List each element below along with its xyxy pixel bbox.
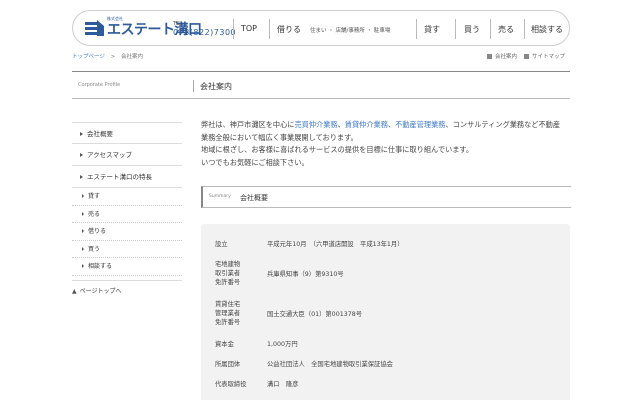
page-title: 会社案内 bbox=[200, 82, 232, 91]
sidebar-subitem-lend[interactable]: 貸す bbox=[72, 188, 182, 206]
sidebar: 会社概要 アクセスマップ エステート溝口の特長 貸す 売る 借りる 買う 相談す… bbox=[72, 122, 182, 302]
link-property-management[interactable]: 不動産管理業務 bbox=[395, 120, 445, 129]
sidebar-subitem-consult[interactable]: 相談する bbox=[72, 258, 182, 276]
logo-building-icon[interactable] bbox=[83, 18, 105, 38]
sidebar-subitem-sell[interactable]: 売る bbox=[72, 206, 182, 223]
row-value: 1,000万円 bbox=[267, 341, 298, 348]
link-sales-brokerage[interactable]: 売買仲介業務 bbox=[294, 120, 337, 129]
sidebar-item-access-map[interactable]: アクセスマップ bbox=[72, 144, 182, 166]
nav-divider bbox=[455, 19, 456, 39]
row-value: 平成元年10月 （六甲道店開設 平成13年1月） bbox=[267, 241, 404, 248]
intro-text-segment: 、コンサルティング業務など不動産 bbox=[445, 120, 561, 129]
util-sitemap-label: サイトマップ bbox=[532, 54, 566, 60]
sidebar-item-features[interactable]: エステート溝口の特長 bbox=[72, 166, 182, 188]
nav-divider bbox=[416, 19, 417, 39]
nav-rent-types[interactable]: 住まい ・ 店舗/事務所 ・ 駐車場 bbox=[310, 26, 390, 34]
breadcrumb-current: 会社案内 bbox=[121, 54, 144, 60]
nav-consult[interactable]: 相談する bbox=[531, 24, 563, 35]
nav-rent[interactable]: 借りる bbox=[277, 24, 301, 35]
arrow-right-icon bbox=[80, 175, 83, 179]
tel-label: TEL bbox=[173, 21, 182, 27]
row-value: 公益社団法人 全国宅地建物取引業保証協会 bbox=[267, 361, 393, 368]
page-title-bar: Corporate Profile 会社案内 bbox=[72, 71, 570, 99]
triangle-up-icon: ▲ bbox=[72, 287, 77, 295]
sidebar-subitem-label: 相談する bbox=[88, 263, 113, 270]
row-value: 兵庫県知事（9）第9310号 bbox=[267, 271, 344, 278]
tel-number: 078(822)7300 bbox=[173, 28, 237, 37]
arrow-right-icon bbox=[80, 132, 83, 136]
nav-divider bbox=[233, 19, 234, 39]
site-header: 株式会社 エステート溝口 TEL 078(822)7300 TOP 借りる 住ま… bbox=[72, 10, 570, 46]
sidebar-item-company-summary[interactable]: 会社概要 bbox=[72, 122, 182, 144]
util-company-label: 会社案内 bbox=[495, 54, 518, 60]
intro-text-segment: 弊社は、神戸市灘区を中心に bbox=[201, 120, 295, 129]
square-icon bbox=[487, 53, 492, 59]
title-divider bbox=[193, 80, 194, 92]
arrow-right-icon bbox=[82, 211, 84, 216]
row-value: 溝口 隆彦 bbox=[267, 381, 299, 388]
nav-sell[interactable]: 売る bbox=[498, 24, 514, 35]
util-sitemap-link[interactable]: サイトマップ bbox=[524, 52, 565, 60]
sidebar-item-label: アクセスマップ bbox=[87, 151, 132, 159]
nav-divider bbox=[524, 19, 525, 39]
sidebar-item-label: 会社概要 bbox=[87, 130, 113, 138]
intro-line-2: 業務全般において幅広く事業展開しております。 bbox=[201, 132, 358, 142]
intro-line-1: 弊社は、神戸市灘区を中心に売買仲介業務、賃貸仲介業務、不動産管理業務、コンサルテ… bbox=[201, 119, 571, 132]
page-top-link[interactable]: ▲ ページトップへ bbox=[72, 279, 182, 302]
arrow-right-icon bbox=[82, 264, 84, 268]
intro-text-segment: 、 bbox=[337, 120, 345, 129]
sidebar-subitem-label: 買う bbox=[88, 245, 101, 253]
arrow-right-icon bbox=[82, 246, 84, 251]
breadcrumb: トップページ > 会社案内 bbox=[72, 52, 143, 60]
intro-line-3: 地域に根ざし、お客様に喜ばれるサービスの提供を目標に仕事に取り組んでいます。 bbox=[201, 145, 474, 155]
intro-text: 弊社は、神戸市灘区を中心に売買仲介業務、賃貸仲介業務、不動産管理業務、コンサルテ… bbox=[201, 119, 571, 169]
intro-line-4: いつでもお気軽にご相談下さい。 bbox=[201, 157, 309, 167]
sidebar-subitem-rent[interactable]: 借りる bbox=[72, 223, 182, 241]
arrow-right-icon bbox=[82, 229, 84, 233]
util-company-link[interactable]: 会社案内 bbox=[487, 52, 517, 60]
row-key: 宅地建物 取引業者 免許番号 bbox=[215, 261, 241, 286]
square-icon bbox=[524, 53, 529, 59]
summary-heading-en: Summary bbox=[209, 194, 231, 199]
nav-divider bbox=[490, 19, 491, 39]
nav-top[interactable]: TOP bbox=[241, 24, 257, 33]
nav-buy[interactable]: 買う bbox=[464, 24, 480, 35]
link-rental-brokerage[interactable]: 賃貸仲介業務 bbox=[345, 120, 388, 129]
arrow-right-icon bbox=[80, 153, 83, 157]
sidebar-item-label: エステート溝口の特長 bbox=[87, 173, 152, 181]
summary-heading-ja: 会社概要 bbox=[240, 194, 268, 202]
page-top-label: ページトップへ bbox=[79, 287, 122, 295]
page-title-en: Corporate Profile bbox=[78, 82, 121, 88]
arrow-right-icon bbox=[82, 194, 84, 198]
row-key: 資本金 bbox=[215, 341, 234, 348]
sidebar-subitem-buy[interactable]: 買う bbox=[72, 241, 182, 258]
breadcrumb-home[interactable]: トップページ bbox=[72, 54, 105, 60]
summary-table: 設立 平成元年10月 （六甲道店開設 平成13年1月） 宅地建物 取引業者 免許… bbox=[201, 224, 570, 400]
sidebar-subitem-label: 貸す bbox=[88, 193, 101, 200]
breadcrumb-separator: > bbox=[110, 54, 116, 60]
row-key: 代表取締役 bbox=[215, 381, 247, 388]
nav-divider bbox=[269, 19, 270, 39]
summary-heading: Summary 会社概要 bbox=[201, 186, 571, 208]
row-value: 国土交通大臣（01）第001378号 bbox=[267, 311, 363, 318]
nav-lend[interactable]: 貸す bbox=[424, 24, 440, 35]
row-key: 賃貸住宅 管理業者 免許番号 bbox=[215, 301, 241, 326]
sidebar-subitem-label: 売る bbox=[88, 210, 101, 218]
sidebar-subitem-label: 借りる bbox=[88, 228, 107, 235]
row-key: 設立 bbox=[215, 241, 228, 248]
row-key: 所属団体 bbox=[215, 361, 241, 368]
